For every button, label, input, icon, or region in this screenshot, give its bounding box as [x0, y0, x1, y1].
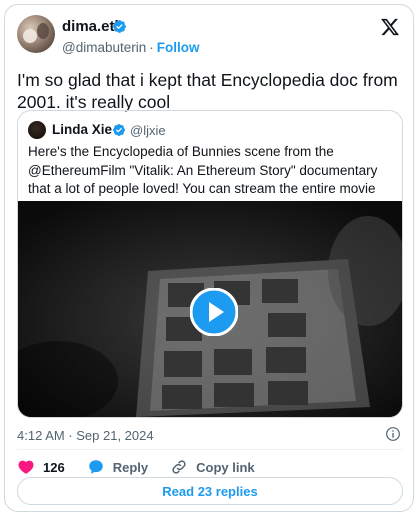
reply-icon: [88, 460, 103, 474]
play-icon[interactable]: [190, 288, 238, 336]
like-count: 126: [43, 459, 65, 475]
quote-author-avatar[interactable]: [28, 121, 46, 139]
heart-icon: [18, 460, 34, 474]
copy-link-button[interactable]: Copy link: [170, 458, 255, 476]
separator-dot: ·: [149, 40, 154, 55]
x-logo-icon[interactable]: [380, 17, 400, 37]
tweet-actions: 126 Reply Copy link: [17, 457, 277, 477]
like-button[interactable]: 126: [17, 458, 65, 476]
reply-button[interactable]: Reply: [87, 458, 148, 476]
tweet-text: I'm so glad that i kept that Encyclopedi…: [17, 70, 398, 112]
quote-author-handle[interactable]: @ljxie: [130, 123, 166, 138]
author-handle-row: @dimabuterin · Follow: [62, 40, 200, 55]
quote-author-display-name[interactable]: Linda Xie: [52, 122, 112, 137]
info-icon[interactable]: [385, 426, 401, 442]
tweet-card: dima.eth @dimabuterin · Follow I'm so glad…: [4, 4, 414, 512]
video-player[interactable]: [18, 201, 402, 417]
reply-label: Reply: [112, 459, 149, 475]
follow-button[interactable]: Follow: [157, 40, 200, 55]
link-icon: [172, 460, 186, 474]
divider: [17, 449, 403, 450]
author-avatar[interactable]: [17, 15, 55, 53]
copy-link-label: Copy link: [196, 459, 255, 475]
verified-badge-icon: [113, 20, 126, 33]
read-replies-button[interactable]: Read 23 replies: [17, 477, 403, 505]
quote-verified-badge-icon: [113, 124, 125, 136]
tweet-timestamp[interactable]: 4:12 AM · Sep 21, 2024: [17, 428, 154, 443]
quote-tweet[interactable]: Linda Xie @ljxie Here's the Encyclopedia…: [17, 110, 403, 418]
author-handle[interactable]: @dimabuterin: [62, 40, 146, 55]
